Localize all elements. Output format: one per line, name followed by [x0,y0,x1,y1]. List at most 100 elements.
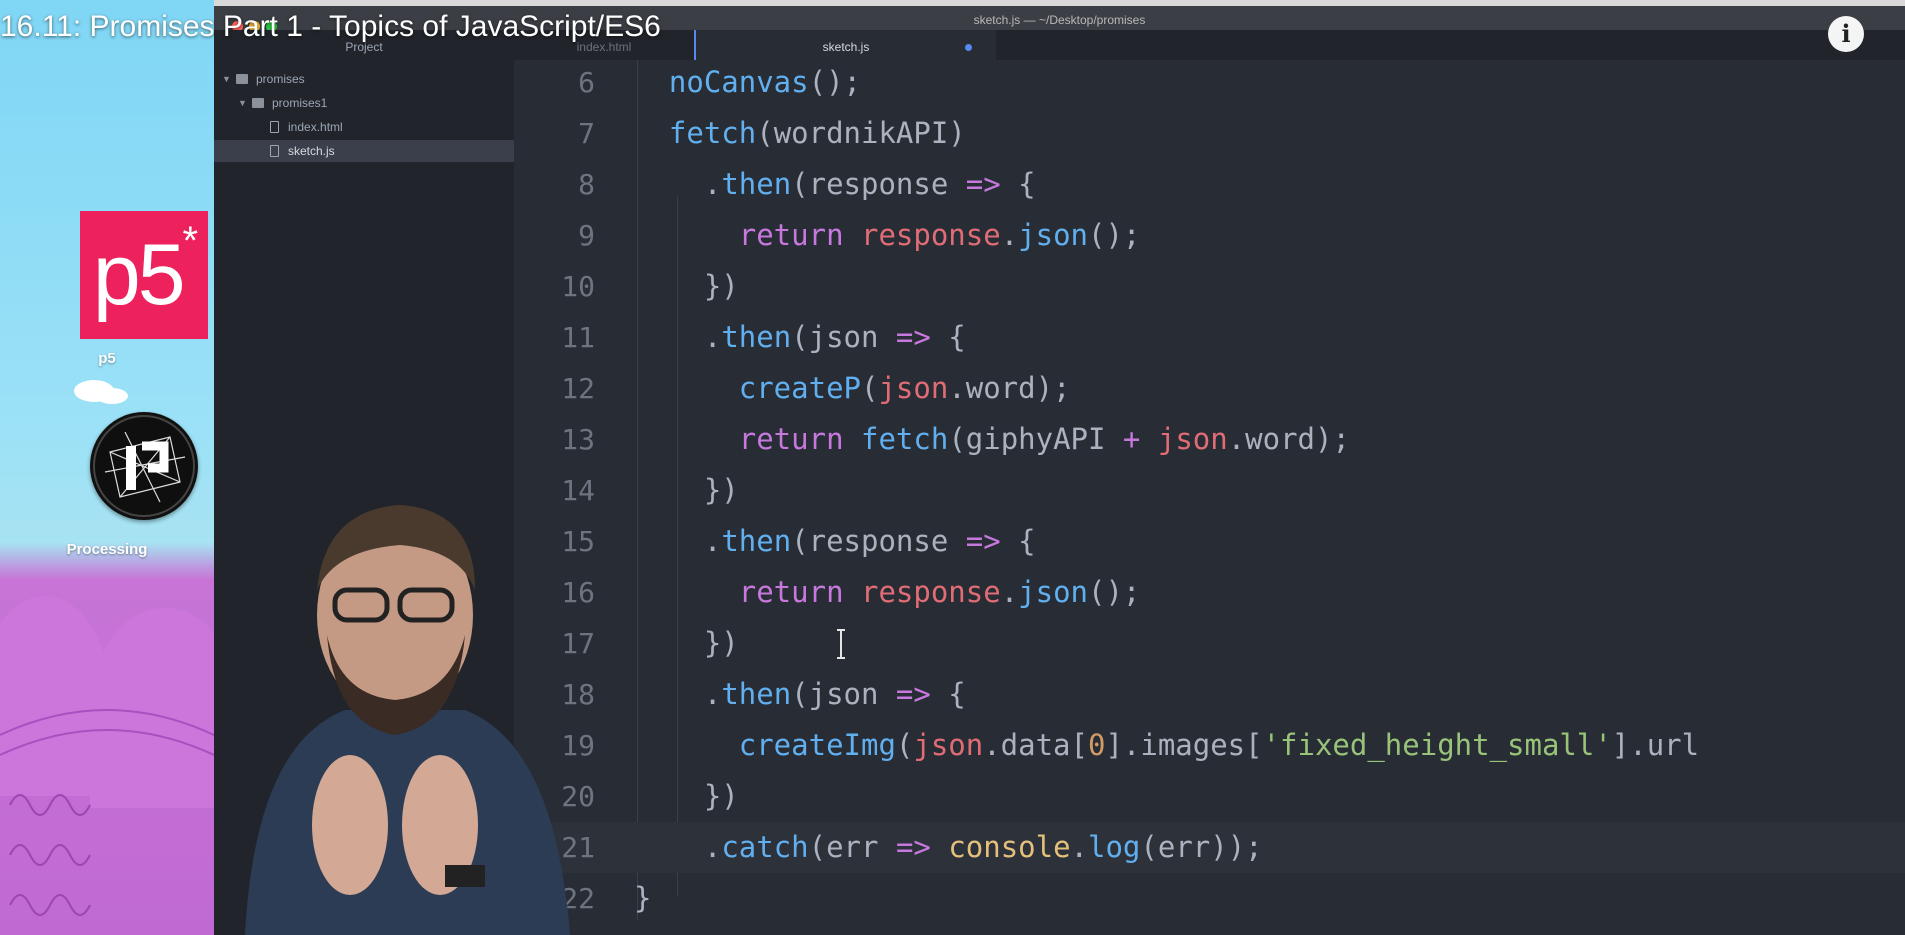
tree-file-sketch-js[interactable]: sketch.js [214,140,514,162]
code-token: console [948,830,1071,864]
code-token: }) [634,779,739,813]
code-line[interactable]: 19 createImg(json.data[0].images['fixed_… [514,720,1905,771]
code-token: then [721,320,792,354]
code-token: (response [791,167,966,201]
code-line[interactable]: 16 return response.json(); [514,567,1905,618]
code-token: (wordnikAPI) [756,116,966,150]
code-text: .then(json => { [634,669,966,720]
code-token: json [1018,575,1088,609]
file-icon [270,121,279,133]
code-line[interactable]: 17 }) [514,618,1905,669]
code-text: noCanvas(); [634,60,861,108]
code-token: (response [791,524,966,558]
code-text: }) [634,465,739,516]
code-token: { [1000,524,1036,558]
processing-app-icon[interactable] [90,412,198,520]
code-text: .then(response => { [634,516,1036,567]
code-text: }) [634,261,739,312]
code-text: return fetch(giphyAPI + json.word); [634,414,1350,465]
code-token: { [930,320,966,354]
code-token: (); [1088,575,1141,609]
code-token: }) [634,473,739,507]
p5-app-icon[interactable]: p5* [80,211,208,339]
code-text: createP(json.word); [634,363,1071,414]
tree-item-label: promises1 [272,96,328,110]
code-line[interactable]: 20 }) [514,771,1905,822]
code-token: . [634,677,722,711]
code-line[interactable]: 6 noCanvas(); [514,60,1905,108]
processing-logo-icon [93,415,195,517]
line-number: 9 [578,219,595,252]
code-token: then [721,167,792,201]
code-token: }) [634,626,739,660]
code-token: ].url [1611,728,1700,762]
code-token: + [1122,422,1141,456]
code-token: (json [791,320,896,354]
tree-folder-promises1[interactable]: ▼ promises1 [214,92,514,114]
code-token: return [738,422,844,456]
code-line[interactable]: 18 .then(json => { [514,669,1905,720]
tab-sketch-js[interactable]: sketch.js [694,30,996,60]
cloud-decoration [96,388,128,404]
code-token: => [895,830,931,864]
code-line[interactable]: 21 .catch(err => console.log(err)); [514,822,1905,873]
code-token: { [930,677,966,711]
code-token: } [634,881,652,915]
code-line[interactable]: 9 return response.json(); [514,210,1905,261]
code-token: catch [721,830,809,864]
chevron-down-icon: ▼ [222,74,231,84]
code-token: createP [738,371,861,405]
code-token: . [1000,218,1019,252]
code-line[interactable]: 12 createP(json.word); [514,363,1905,414]
line-number: 6 [578,66,595,99]
p5-logo-text: p5 [92,227,186,323]
code-token: . [1000,575,1019,609]
wallpaper-doodle [0,709,214,916]
code-token: . [634,830,722,864]
file-icon [270,145,279,157]
code-line[interactable]: 22} [514,873,1905,924]
tree-folder-promises[interactable]: ▼ promises [214,68,514,90]
code-line[interactable]: 11 .then(json => { [514,312,1905,363]
code-token: . [634,524,722,558]
line-number: 8 [578,168,595,201]
info-icon[interactable]: i [1828,16,1864,52]
code-line[interactable]: 7 fetch(wordnikAPI) [514,108,1905,159]
code-token: => [965,524,1001,558]
code-text: .then(response => { [634,159,1036,210]
code-token: response [861,575,1001,609]
p5-logo-star: * [182,219,198,263]
code-editor[interactable]: 6 noCanvas(); 7 fetch(wordnikAPI) 8 .then(… [514,60,1905,935]
code-line[interactable]: 13 return fetch(giphyAPI + json.word); [514,414,1905,465]
code-token: }) [634,269,739,303]
code-text: return response.json(); [634,210,1141,261]
presenter-video-feed [245,505,570,935]
tree-file-index-html[interactable]: index.html [214,116,514,138]
folder-icon [252,98,264,108]
modified-indicator-icon [965,44,972,51]
code-token: return [738,218,844,252]
chevron-down-icon: ▼ [238,98,247,108]
code-line[interactable]: 14 }) [514,465,1905,516]
code-token: => [895,677,931,711]
code-token: (); [1088,218,1141,252]
code-line[interactable]: 8 .then(response => { [514,159,1905,210]
code-token: json [1018,218,1088,252]
code-text: createImg(json.data[0].images['fixed_hei… [634,720,1699,771]
video-title: 16.11: Promises Part 1 - Topics of JavaS… [0,10,661,43]
code-token: json [878,371,949,405]
code-token: ( [895,728,914,762]
window-title: sketch.js — ~/Desktop/promises [973,13,1146,27]
code-line[interactable]: 15 .then(response => { [514,516,1905,567]
code-token: (giphyAPI [948,422,1123,456]
code-line[interactable]: 10 }) [514,261,1905,312]
code-token: then [721,524,792,558]
code-token: fetch [668,116,757,150]
tab-label: sketch.js [822,40,870,54]
